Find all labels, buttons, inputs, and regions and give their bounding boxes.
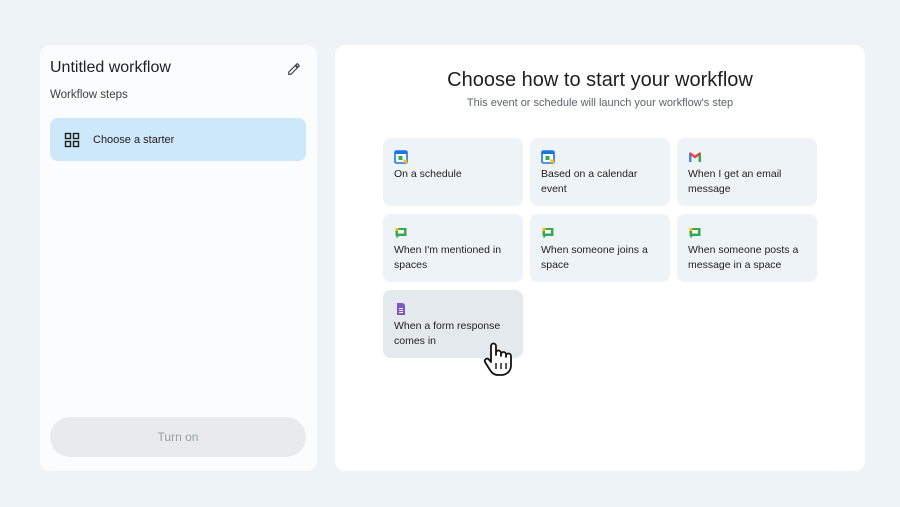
choose-starter-label: Choose a starter xyxy=(93,133,175,146)
pencil-icon xyxy=(288,63,300,75)
option-label: On a schedule xyxy=(394,168,462,180)
option-label: When someone joins a space xyxy=(541,244,648,271)
option-label: Based on a calendar event xyxy=(541,168,638,195)
option-on-a-schedule[interactable]: On a schedule xyxy=(383,138,523,206)
turn-on-button[interactable]: Turn on xyxy=(50,417,306,457)
option-label: When I get an email message xyxy=(688,168,782,195)
edit-title-button[interactable] xyxy=(284,59,304,79)
forms-icon xyxy=(397,303,405,315)
workflow-title: Untitled workflow xyxy=(50,59,171,76)
option-label: When someone posts a message in a space xyxy=(688,244,799,271)
page-subtitle: This event or schedule will launch your … xyxy=(466,97,734,109)
workflow-sidebar: Untitled workflow Workflow steps Choose … xyxy=(40,45,317,471)
option-someone-posts-message[interactable]: When someone posts a message in a space xyxy=(677,214,817,282)
chat-icon xyxy=(395,228,407,239)
gmail-icon xyxy=(689,152,701,162)
workflow-editor: Untitled workflow Workflow steps Choose … xyxy=(0,0,900,507)
starter-picker: Choose how to start your workflow This e… xyxy=(335,45,865,471)
calendar-icon xyxy=(394,150,408,164)
calendar-icon xyxy=(541,150,555,164)
grid-icon xyxy=(60,128,84,152)
option-email-message[interactable]: When I get an email message xyxy=(677,138,817,206)
chat-icon xyxy=(689,228,701,239)
chat-icon xyxy=(542,228,554,239)
page-title: Choose how to start your workflow xyxy=(447,69,753,91)
option-someone-joins-space[interactable]: When someone joins a space xyxy=(530,214,670,282)
choose-starter-step[interactable]: Choose a starter xyxy=(50,118,306,161)
option-form-response[interactable]: When a form response comes in xyxy=(383,290,523,358)
option-label: When I'm mentioned in spaces xyxy=(394,244,502,271)
option-label: When a form response comes in xyxy=(394,320,501,347)
workflow-steps-label: Workflow steps xyxy=(50,89,128,101)
option-calendar-event[interactable]: Based on a calendar event xyxy=(530,138,670,206)
option-mentioned-in-spaces[interactable]: When I'm mentioned in spaces xyxy=(383,214,523,282)
